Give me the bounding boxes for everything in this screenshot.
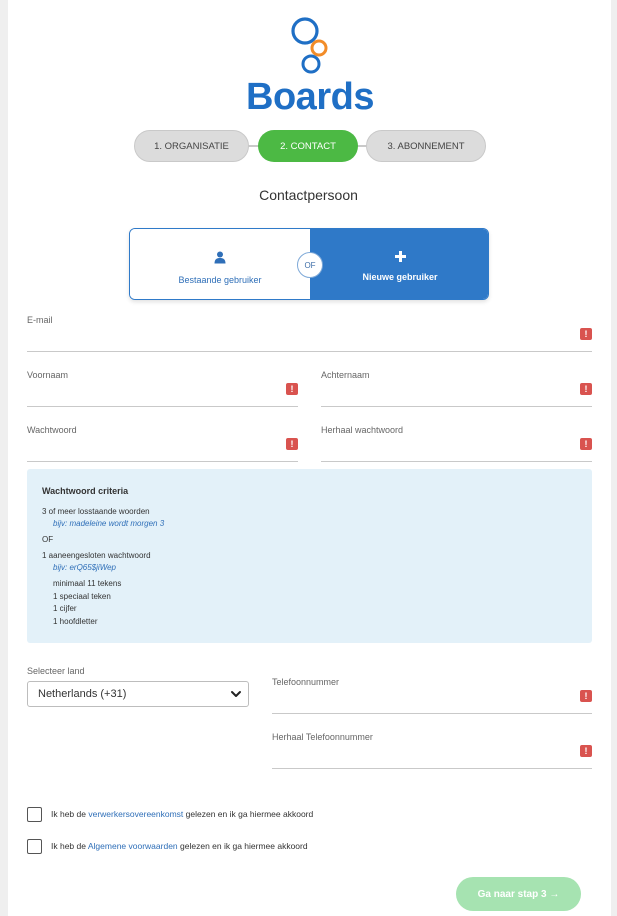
agreement-suffix: gelezen en ik ga hiermee akkoord [177,841,308,851]
phone-repeat-input[interactable] [272,749,570,765]
first-name-error-icon: ! [286,383,298,395]
existing-user-label: Bestaande gebruiker [178,275,262,285]
or-badge: OF [297,252,323,278]
phone-input[interactable] [272,694,570,710]
first-name-input[interactable] [27,387,276,403]
bubbles-icon [291,17,328,74]
first-name-field: Voornaam ! [27,370,298,407]
criteria-requirement: 1 hoofdletter [53,617,98,626]
terms-link[interactable]: Algemene voorwaarden [88,841,178,851]
chevron-down-icon [231,691,241,697]
first-name-label: Voornaam [27,370,69,380]
section-title: Contactpersoon [259,187,358,203]
step-abonnement[interactable]: 3. ABONNEMENT [366,130,486,162]
phone-field: Telefoonnummer ! [272,677,592,714]
phone-error-icon: ! [580,690,592,702]
email-field: E-mail ! [27,315,592,352]
agreement-suffix: gelezen en ik ga hiermee akkoord [183,809,314,819]
country-select[interactable]: Netherlands (+31) [27,681,249,707]
password-input[interactable] [27,442,276,458]
existing-user-option[interactable]: Bestaande gebruiker [130,229,310,299]
logo-wordmark: Boards [246,76,374,118]
criteria-requirement: 1 speciaal teken [53,592,111,601]
country-selected-value: Netherlands (+31) [38,688,127,700]
password-repeat-error-icon: ! [580,438,592,450]
last-name-field: Achternaam ! [321,370,592,407]
last-name-label: Achternaam [321,370,370,380]
agreement-prefix: Ik heb de [51,841,88,851]
user-icon [214,251,226,264]
new-user-label: Nieuwe gebruiker [362,272,438,282]
page-frame-left [0,0,8,916]
criteria-words-example: bijv: madeleine wordt morgen 3 [53,519,165,528]
step-contact[interactable]: 2. CONTACT [258,130,358,162]
last-name-input[interactable] [321,387,570,403]
step-organisatie[interactable]: 1. ORGANISATIE [134,130,249,162]
next-step-button[interactable]: Ga naar stap 3 → [456,877,581,911]
agreement-processor-text: Ik heb de verwerkersovereenkomst gelezen… [51,809,313,819]
step-indicator: 1. ORGANISATIE 2. CONTACT 3. ABONNEMENT [134,130,486,162]
password-label: Wachtwoord [27,425,77,435]
email-input[interactable] [27,332,570,348]
processor-agreement-link[interactable]: verwerkersovereenkomst [88,809,183,819]
page-frame-right [611,0,617,916]
criteria-requirement: 1 cijfer [53,604,77,613]
criteria-single-rule: 1 aaneengesloten wachtwoord [42,551,151,560]
plus-icon [394,251,406,262]
agreement-terms-text: Ik heb de Algemene voorwaarden gelezen e… [51,841,308,851]
password-repeat-input[interactable] [321,442,570,458]
password-field: Wachtwoord ! [27,425,298,462]
phone-repeat-error-icon: ! [580,745,592,757]
password-criteria-box: Wachtwoord criteria 3 of meer losstaande… [27,469,592,643]
phone-repeat-field: Herhaal Telefoonnummer ! [272,732,592,769]
email-label: E-mail [27,315,53,325]
criteria-or: OF [42,535,54,544]
agreement-prefix: Ik heb de [51,809,89,819]
new-user-option[interactable]: Nieuwe gebruiker [310,229,488,299]
phone-label: Telefoonnummer [272,677,340,687]
phone-repeat-label: Herhaal Telefoonnummer [272,732,373,742]
password-error-icon: ! [286,438,298,450]
criteria-words-rule: 3 of meer losstaande woorden [42,507,150,516]
agreement-processor-checkbox[interactable] [27,807,42,822]
boards-logo: Boards [244,14,376,118]
password-repeat-label: Herhaal wachtwoord [321,425,404,435]
country-label: Selecteer land [27,666,85,676]
criteria-requirement: minimaal 11 tekens [53,579,122,588]
criteria-title: Wachtwoord criteria [42,486,129,496]
criteria-single-example: bijv: erQ65$jiWep [53,563,116,572]
agreement-terms-checkbox[interactable] [27,839,42,854]
email-error-icon: ! [580,328,592,340]
last-name-error-icon: ! [580,383,592,395]
password-repeat-field: Herhaal wachtwoord ! [321,425,592,462]
